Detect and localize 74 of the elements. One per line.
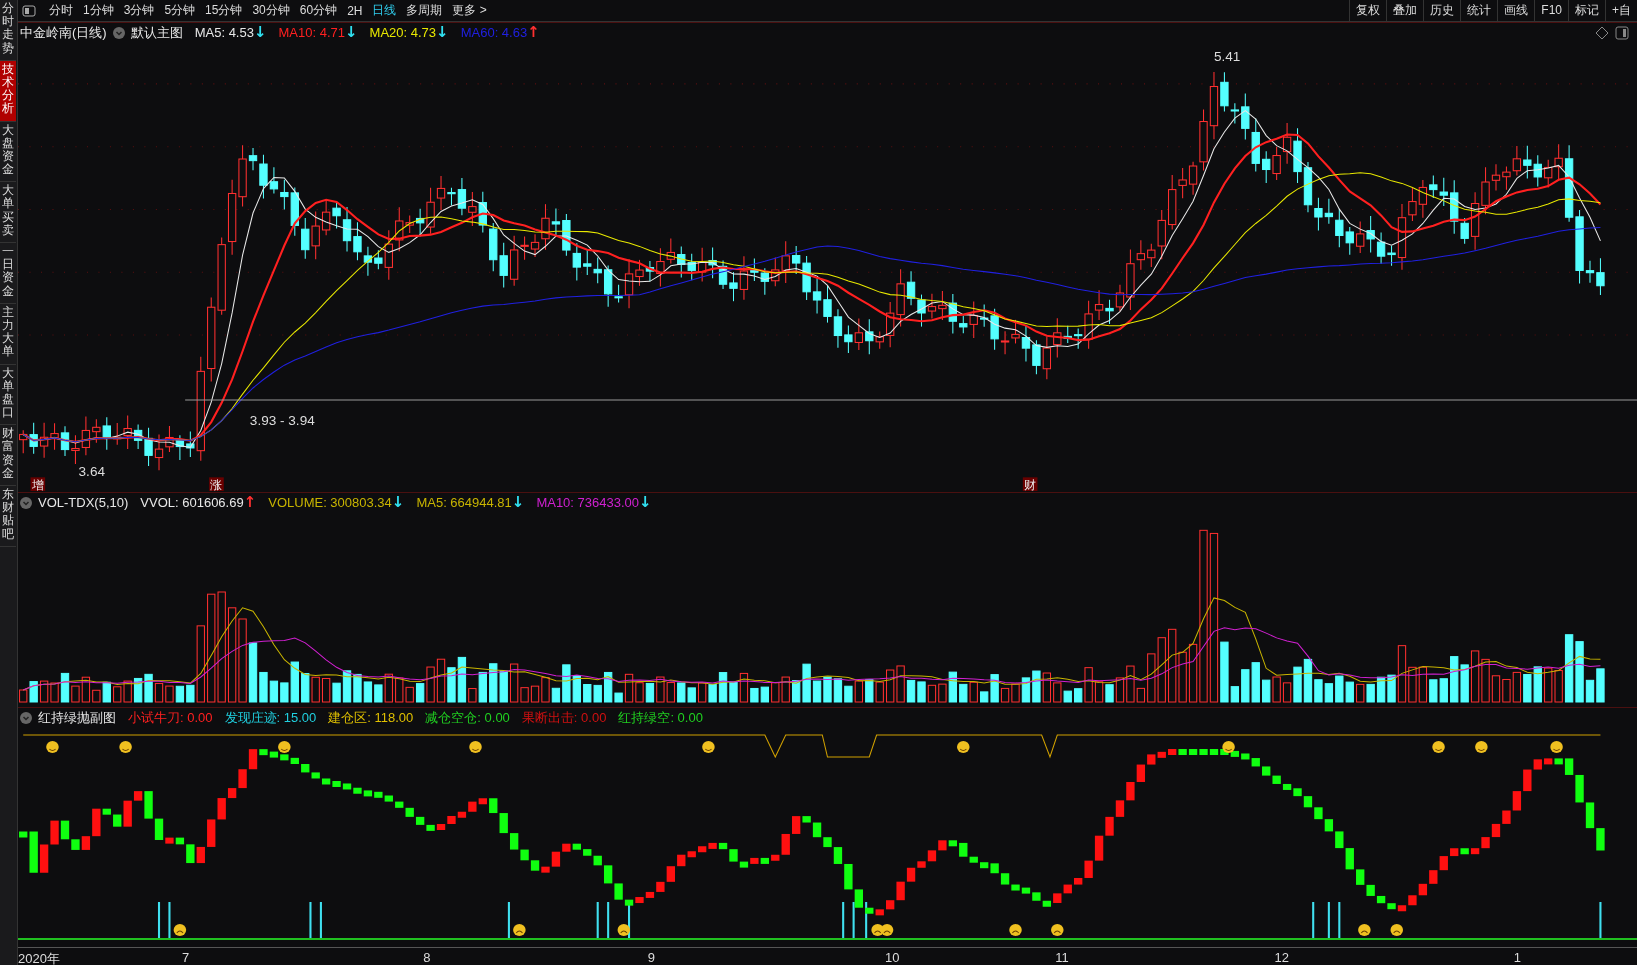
- sidebar-tab[interactable]: 主力大单: [0, 303, 16, 365]
- sidebar-tab[interactable]: 大单盘口: [0, 364, 16, 426]
- indicator-name: VOL-TDX(5,10): [38, 495, 129, 510]
- legend-value: 果断出击: 0.00: [521, 708, 607, 727]
- period-tab[interactable]: 日线: [367, 2, 402, 19]
- panel-toggle-icon[interactable]: [22, 4, 36, 17]
- high-price-label: 5.41: [1213, 48, 1241, 64]
- legend-value: MA5: 4.53: [194, 25, 254, 40]
- legend-value: 红持绿空: 0.00: [618, 708, 703, 727]
- period-tab[interactable]: 多周期: [401, 2, 448, 19]
- toolbar-button[interactable]: 叠加: [1386, 0, 1424, 21]
- legend-value: 发现庄迹: 15.00: [224, 708, 317, 727]
- toolbar-button[interactable]: 历史: [1423, 0, 1461, 21]
- low-price-label: 3.64: [78, 464, 105, 480]
- period-tab[interactable]: 15分钟: [200, 2, 248, 19]
- period-tab[interactable]: 分时: [44, 2, 78, 19]
- panel-toggle-icon[interactable]: [1615, 25, 1629, 40]
- axis-label: 1: [1513, 950, 1521, 965]
- legend-value: MA60: 4.63: [460, 25, 528, 40]
- trend-arrow: ↓: [639, 495, 652, 510]
- price-range-label: 3.93 - 3.94: [249, 413, 315, 429]
- diamond-icon[interactable]: [1595, 25, 1609, 40]
- toolbar-button[interactable]: 画线: [1497, 0, 1535, 21]
- sidebar-tab[interactable]: 大盘资金: [0, 121, 16, 183]
- trend-arrow: ↑: [527, 25, 540, 40]
- chevron-down-icon[interactable]: [20, 496, 32, 509]
- legend-value: VOLUME: 300803.34: [268, 495, 392, 510]
- chevron-down-icon[interactable]: [20, 711, 32, 724]
- sidebar-tab[interactable]: 分时走势: [0, 0, 16, 61]
- chevron-down-icon[interactable]: [112, 26, 125, 39]
- template-name: 默认主图: [130, 23, 183, 42]
- axis-label: 2020年: [18, 950, 60, 965]
- toolbar-button[interactable]: 标记: [1568, 0, 1605, 21]
- toolbar-button[interactable]: F10: [1534, 0, 1568, 21]
- period-tab[interactable]: 60分钟: [294, 2, 343, 19]
- legend-value: 建仓区: 118.00: [328, 708, 414, 727]
- indicator-name: 红持绿抛副图: [38, 708, 116, 727]
- sidebar-tab[interactable]: 技术分析: [0, 60, 16, 122]
- legend-value: 小试牛刀: 0.00: [128, 708, 213, 727]
- toolbar-button[interactable]: 复权: [1349, 0, 1387, 21]
- period-tab[interactable]: 5分钟: [159, 2, 201, 19]
- period-tab[interactable]: 2H: [342, 3, 368, 18]
- legend-value: MA20: 4.73: [369, 25, 437, 40]
- period-tab[interactable]: 1分钟: [78, 2, 119, 19]
- axis-label: 8: [423, 950, 431, 965]
- sidebar-tab[interactable]: 财富资金: [0, 425, 16, 486]
- event-marker[interactable]: 涨: [209, 477, 224, 491]
- trend-arrow: ↓: [391, 495, 405, 510]
- toolbar-button[interactable]: +自: [1605, 0, 1637, 21]
- trend-arrow: ↓: [436, 25, 449, 40]
- period-tab[interactable]: 30分钟: [247, 2, 295, 19]
- axis-label: 12: [1274, 950, 1289, 965]
- axis-label: 9: [647, 950, 656, 965]
- sidebar-tab[interactable]: 东财贴吧: [0, 486, 16, 547]
- trend-arrow: ↓: [511, 495, 525, 510]
- period-tab[interactable]: 3分钟: [118, 2, 160, 19]
- sidebar-tab[interactable]: 一日资金: [0, 243, 16, 304]
- legend-value: MA10: 736433.00: [536, 495, 640, 510]
- sidebar-tab[interactable]: 大单买卖: [0, 182, 16, 243]
- axis-label: 11: [1055, 950, 1069, 965]
- event-marker[interactable]: 增: [30, 477, 46, 491]
- event-marker[interactable]: 财: [1022, 477, 1038, 491]
- legend-value: MA5: 664944.81: [416, 495, 512, 510]
- legend-value: VVOL: 601606.69: [140, 495, 244, 510]
- axis-label: 7: [182, 950, 190, 965]
- trend-arrow: ↓: [253, 25, 267, 40]
- legend-value: MA10: 4.71: [278, 25, 345, 40]
- trend-arrow: ↓: [345, 25, 358, 40]
- stock-title: 中金岭南(日线): [20, 23, 107, 42]
- legend-value: 减仓空仓: 0.00: [425, 708, 510, 727]
- axis-label: 10: [884, 950, 900, 965]
- period-tab[interactable]: 更多 >: [447, 2, 492, 19]
- toolbar-button[interactable]: 统计: [1460, 0, 1498, 21]
- trend-arrow: ↑: [243, 495, 257, 510]
